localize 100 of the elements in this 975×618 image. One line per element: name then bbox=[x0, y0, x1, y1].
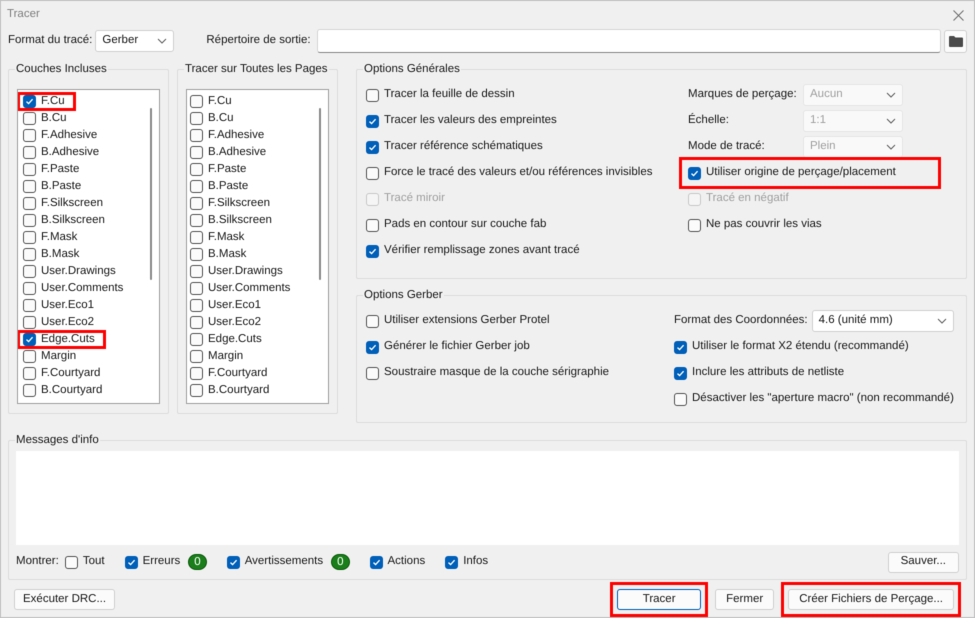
checkbox-label: Margin bbox=[208, 348, 244, 364]
checkbox[interactable] bbox=[23, 282, 36, 295]
checkbox[interactable] bbox=[23, 197, 36, 210]
checkbox-label: B.Mask bbox=[208, 246, 246, 262]
checkbox[interactable] bbox=[366, 88, 379, 102]
dropdown[interactable]: Gerber bbox=[95, 30, 174, 52]
checkbox-label: User.Drawings bbox=[208, 264, 283, 279]
checkbox[interactable] bbox=[190, 350, 203, 363]
checkbox-label: B.Courtyard bbox=[41, 382, 102, 398]
checkbox[interactable] bbox=[23, 299, 36, 312]
checkbox[interactable] bbox=[366, 244, 379, 258]
checkbox[interactable] bbox=[23, 248, 36, 261]
checkbox-label: F.Paste bbox=[208, 162, 246, 177]
checkbox[interactable] bbox=[190, 367, 203, 380]
run-drc-button[interactable]: Exécuter DRC... bbox=[14, 589, 116, 610]
checkbox[interactable] bbox=[366, 114, 379, 128]
checkbox[interactable] bbox=[23, 367, 36, 380]
checkbox[interactable] bbox=[190, 146, 203, 159]
checkbox-label: F.Silkscreen bbox=[41, 196, 103, 211]
checkbox[interactable] bbox=[23, 350, 36, 363]
checkbox[interactable] bbox=[370, 556, 382, 568]
dialog-button[interactable]: Créer Fichiers de Perçage... bbox=[788, 589, 954, 610]
check-icon bbox=[368, 142, 377, 152]
checkbox[interactable] bbox=[366, 366, 379, 380]
checkbox[interactable] bbox=[674, 392, 687, 406]
checkbox[interactable] bbox=[688, 218, 701, 232]
checkbox[interactable] bbox=[64, 556, 78, 568]
checkbox-label: B.Silkscreen bbox=[41, 212, 105, 228]
checkbox[interactable] bbox=[23, 384, 36, 397]
checkbox-label: Tracer la feuille de dessin bbox=[384, 87, 515, 102]
checkbox[interactable] bbox=[190, 95, 203, 108]
checkbox-label: Générer le fichier Gerber job bbox=[384, 339, 530, 354]
checkbox-label: Utiliser le format X2 étendu (recommandé) bbox=[692, 339, 909, 354]
checkbox[interactable] bbox=[190, 129, 203, 142]
checkbox-label: Désactiver les "aperture macro" (non recommandé) bbox=[692, 391, 954, 406]
checkbox-label: Inclure les attributs de netliste bbox=[692, 365, 844, 380]
checkbox-label: B.Paste bbox=[208, 178, 248, 194]
checkbox[interactable] bbox=[190, 214, 203, 227]
scrollbar[interactable] bbox=[150, 108, 152, 280]
checkbox-label: User.Drawings bbox=[41, 264, 116, 279]
checkbox[interactable] bbox=[23, 333, 36, 346]
checkbox[interactable] bbox=[366, 314, 379, 328]
checkbox-label: B.Silkscreen bbox=[208, 212, 272, 228]
save-button[interactable]: Sauver... bbox=[888, 552, 959, 572]
checkbox[interactable] bbox=[190, 265, 203, 278]
checkbox[interactable] bbox=[190, 316, 203, 329]
folder-button[interactable] bbox=[944, 30, 967, 52]
checkbox[interactable] bbox=[23, 146, 36, 159]
checkbox-label: Actions bbox=[388, 554, 426, 570]
checkbox[interactable] bbox=[23, 316, 36, 329]
checkbox[interactable] bbox=[226, 556, 240, 568]
checkbox[interactable] bbox=[190, 197, 203, 210]
checkbox-label: F.Courtyard bbox=[41, 366, 100, 381]
check-icon bbox=[25, 97, 34, 106]
checkbox[interactable] bbox=[366, 340, 379, 354]
checkbox[interactable] bbox=[366, 166, 379, 180]
checkbox[interactable] bbox=[23, 129, 36, 142]
checkbox[interactable] bbox=[23, 112, 36, 125]
checkbox[interactable] bbox=[23, 180, 36, 193]
checkbox[interactable] bbox=[190, 282, 203, 295]
checkbox[interactable] bbox=[190, 248, 203, 261]
check-icon bbox=[126, 558, 136, 566]
check-icon bbox=[368, 246, 377, 256]
close-icon[interactable] bbox=[953, 10, 964, 20]
checkbox-label: F.Adhesive bbox=[208, 128, 264, 143]
checkbox[interactable] bbox=[674, 366, 687, 380]
dialog-button[interactable]: Fermer bbox=[715, 589, 774, 610]
checkbox-label: Pads en contour sur couche fab bbox=[384, 217, 546, 232]
checkbox[interactable] bbox=[190, 112, 203, 125]
checkbox[interactable] bbox=[23, 265, 36, 278]
field-label: Échelle: bbox=[688, 112, 730, 128]
checkbox[interactable] bbox=[190, 384, 203, 397]
checkbox[interactable] bbox=[190, 231, 203, 244]
checkbox-label: B.Courtyard bbox=[208, 382, 270, 398]
checkbox[interactable] bbox=[688, 166, 701, 180]
dropdown[interactable]: 4.6 (unité mm) bbox=[812, 310, 954, 332]
dialog-button[interactable]: Tracer bbox=[617, 589, 702, 610]
checkbox[interactable] bbox=[445, 556, 458, 568]
checkbox-label: F.Paste bbox=[41, 162, 80, 177]
checkbox[interactable] bbox=[23, 214, 36, 227]
checkbox[interactable] bbox=[23, 231, 36, 244]
checkbox-label: User.Comments bbox=[208, 280, 290, 296]
field-label: Mode de tracé: bbox=[688, 139, 766, 154]
checkbox[interactable] bbox=[190, 163, 203, 176]
checkbox-label: Infos bbox=[463, 554, 488, 570]
checkbox-label: F.Silkscreen bbox=[208, 196, 270, 211]
checkbox[interactable] bbox=[190, 299, 203, 312]
checkbox[interactable] bbox=[124, 556, 138, 568]
scrollbar[interactable] bbox=[319, 108, 321, 280]
checkbox[interactable] bbox=[190, 180, 203, 193]
checkbox-label: Erreurs bbox=[142, 554, 180, 570]
checkbox[interactable] bbox=[366, 140, 379, 154]
checkbox[interactable] bbox=[23, 95, 36, 108]
checkbox[interactable] bbox=[190, 333, 203, 346]
group-title: Options Gerber bbox=[363, 287, 444, 303]
checkbox[interactable] bbox=[674, 340, 687, 354]
checkbox-label: Ne pas couvrir les vias bbox=[706, 217, 822, 232]
checkbox[interactable] bbox=[23, 163, 36, 176]
checkbox[interactable] bbox=[366, 218, 379, 232]
output-directory-field[interactable] bbox=[316, 29, 941, 53]
